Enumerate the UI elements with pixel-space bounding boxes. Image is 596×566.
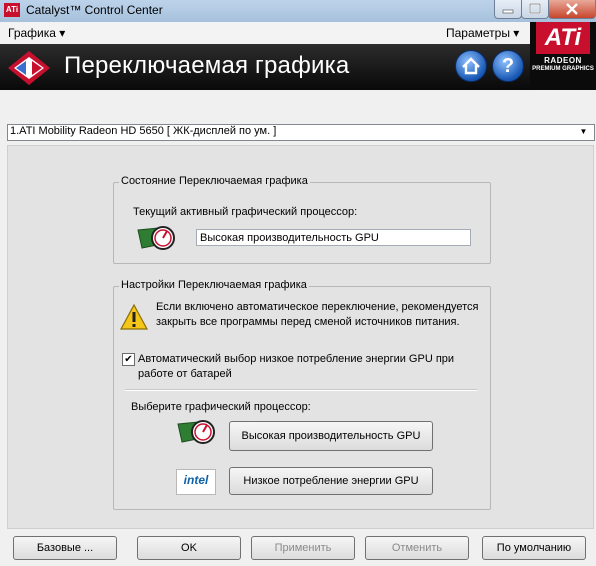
window-title: Catalyst™ Control Center bbox=[26, 3, 163, 17]
minimize-icon bbox=[502, 9, 514, 14]
high-performance-gpu-icon bbox=[137, 226, 175, 250]
apply-button[interactable]: Применить bbox=[251, 536, 355, 560]
divider bbox=[125, 389, 477, 391]
status-group-title: Состояние Переключаемая графика bbox=[119, 175, 310, 187]
high-performance-gpu-button[interactable]: Высокая производительность GPU bbox=[229, 421, 433, 451]
minimize-button[interactable] bbox=[494, 0, 522, 19]
ati-logo: ATi bbox=[536, 22, 590, 54]
menu-graphics[interactable]: Графика ▾ bbox=[8, 26, 65, 40]
basic-view-button[interactable]: Базовые ... bbox=[13, 536, 117, 560]
defaults-button[interactable]: По умолчанию bbox=[482, 536, 586, 560]
ok-button[interactable]: OK bbox=[137, 536, 241, 560]
switchable-graphics-icon bbox=[8, 51, 50, 85]
help-button[interactable]: ? bbox=[492, 50, 524, 82]
close-button[interactable] bbox=[548, 0, 596, 19]
home-button[interactable] bbox=[455, 50, 487, 82]
auto-switch-label[interactable]: Автоматический выбор низкое потребление … bbox=[138, 352, 478, 382]
active-gpu-field: Высокая производительность GPU bbox=[196, 229, 471, 246]
maximize-button[interactable] bbox=[521, 0, 549, 19]
app-logo-icon: ATi bbox=[4, 3, 20, 17]
cancel-button[interactable]: Отменить bbox=[365, 536, 469, 560]
settings-group-title: Настройки Переключаемая графика bbox=[119, 279, 309, 291]
intel-logo-text: intel bbox=[183, 473, 209, 487]
page-title: Переключаемая графика bbox=[64, 52, 350, 79]
warning-message: Если включено автоматическое переключени… bbox=[156, 301, 479, 328]
home-icon bbox=[462, 57, 480, 75]
menu-parameters[interactable]: Параметры ▾ bbox=[446, 26, 519, 40]
device-selected-value: 1.ATI Mobility Radeon HD 5650 [ ЖК-диспл… bbox=[10, 125, 277, 137]
warning-icon bbox=[119, 303, 149, 330]
dropdown-arrow-icon[interactable]: ▼ bbox=[576, 125, 591, 139]
low-power-gpu-button[interactable]: Низкое потребление энергии GPU bbox=[229, 467, 433, 495]
radeon-label: RADEON bbox=[544, 56, 582, 65]
close-icon bbox=[566, 3, 578, 15]
help-icon: ? bbox=[501, 55, 515, 77]
active-gpu-label: Текущий активный графический процессор: bbox=[133, 206, 358, 218]
premium-graphics-label: PREMIUM GRAPHICS bbox=[532, 66, 594, 72]
maximize-icon bbox=[529, 3, 541, 14]
choose-gpu-label: Выберите графический процессор: bbox=[131, 401, 311, 413]
high-performance-gpu-icon bbox=[177, 420, 215, 444]
auto-switch-checkbox[interactable]: ✔ bbox=[122, 353, 135, 366]
